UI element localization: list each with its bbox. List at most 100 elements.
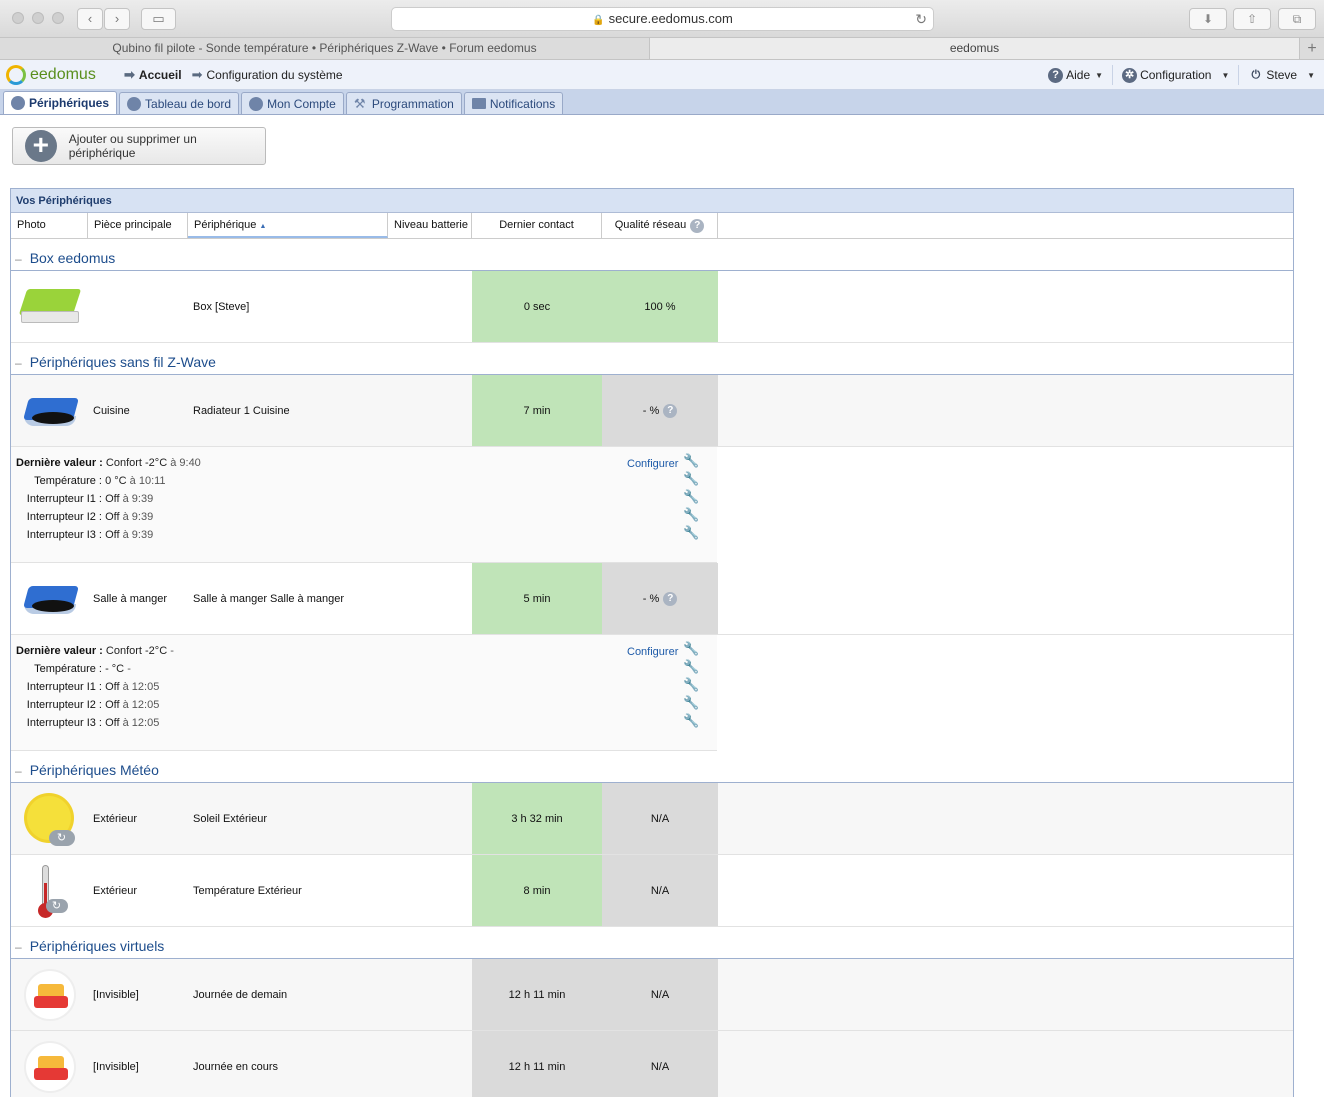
- wrench-icon[interactable]: 🔧: [683, 471, 699, 487]
- group-meteo[interactable]: – Périphériques Météo: [11, 751, 1293, 783]
- group-box-eedomus[interactable]: – Box eedomus: [11, 239, 1293, 271]
- quality-cell: 100 %: [602, 271, 718, 342]
- device-cell[interactable]: Journée en cours: [188, 1061, 388, 1073]
- wrench-icon[interactable]: 🔧: [683, 695, 699, 711]
- help-menu[interactable]: ? Aide ▼: [1039, 65, 1112, 85]
- sidebar-icon[interactable]: ▭: [141, 8, 176, 30]
- tab-label: Notifications: [489, 96, 556, 111]
- caret-down-icon: ▼: [1221, 70, 1230, 80]
- browser-tab-forum[interactable]: Qubino fil pilote - Sonde température • …: [0, 38, 650, 59]
- column-photo[interactable]: Photo: [11, 213, 88, 238]
- help-icon[interactable]: ?: [663, 403, 678, 418]
- minimize-window-button[interactable]: [32, 12, 44, 24]
- table-row[interactable]: Salle à manger Salle à manger Salle à ma…: [11, 563, 1293, 635]
- wrench-icon[interactable]: 🔧: [683, 453, 699, 469]
- detail-label: Température :: [34, 475, 102, 487]
- device-detail-panel: Dernière valeur : Confort -2°C - Tempéra…: [11, 635, 717, 751]
- device-cell[interactable]: Box [Steve]: [188, 301, 388, 313]
- table-row[interactable]: Cuisine Radiateur 1 Cuisine 7 min - %?: [11, 375, 1293, 447]
- table-row[interactable]: ↻ Extérieur Soleil Extérieur 3 h 32 min …: [11, 783, 1293, 855]
- new-tab-icon[interactable]: +: [1300, 38, 1324, 59]
- device-cell[interactable]: Radiateur 1 Cuisine: [188, 405, 388, 417]
- detail-label: Interrupteur I3 :: [26, 529, 102, 541]
- breadcrumb-config-label: Configuration du système: [206, 67, 343, 82]
- group-virtual[interactable]: – Périphériques virtuels: [11, 927, 1293, 959]
- logo-icon: [6, 64, 26, 85]
- device-cell[interactable]: Journée de demain: [188, 989, 388, 1001]
- zoom-window-button[interactable]: [52, 12, 64, 24]
- tab-notifications[interactable]: Notifications: [463, 92, 564, 114]
- sofa-icon: [23, 968, 76, 1021]
- breadcrumb-home[interactable]: ➡ Accueil: [124, 67, 182, 83]
- table-row[interactable]: Box [Steve] 0 sec 100 %: [11, 271, 1293, 343]
- detail-time: -: [127, 663, 131, 675]
- group-zwave[interactable]: – Périphériques sans fil Z-Wave: [11, 343, 1293, 375]
- devices-icon: [11, 96, 25, 110]
- column-device-label: Périphérique: [194, 219, 257, 231]
- tab-programmation[interactable]: ⚒ Programmation: [345, 92, 462, 114]
- breadcrumb-config[interactable]: ➡ Configuration du système: [192, 67, 343, 83]
- column-room[interactable]: Pièce principale: [88, 213, 188, 238]
- device-photo: ↻: [11, 783, 88, 854]
- detail-value: Off: [105, 717, 120, 729]
- detail-time: à 12:05: [122, 699, 160, 711]
- tabs-overview-icon[interactable]: ⧉: [1278, 8, 1316, 30]
- configure-link[interactable]: Configurer: [627, 458, 678, 470]
- gear-icon: ✲: [1122, 67, 1138, 83]
- plus-icon: +: [25, 130, 57, 162]
- detail-label: Dernière valeur :: [16, 457, 103, 469]
- user-menu[interactable]: ⏻ Steve ▼: [1238, 65, 1324, 85]
- back-icon[interactable]: ‹: [77, 8, 103, 30]
- column-device[interactable]: Périphérique ▲: [188, 213, 388, 238]
- table-row[interactable]: [Invisible] Journée de demain 12 h 11 mi…: [11, 959, 1293, 1031]
- column-quality[interactable]: Qualité réseau?: [602, 213, 718, 238]
- forward-icon[interactable]: ›: [104, 8, 130, 30]
- add-remove-device-button[interactable]: + Ajouter ou supprimer un périphérique: [12, 127, 266, 165]
- table-row[interactable]: ↻ Extérieur Température Extérieur 8 min …: [11, 855, 1293, 927]
- detail-value: Off: [105, 511, 120, 523]
- wrench-icon[interactable]: 🔧: [683, 489, 699, 505]
- quality-cell: N/A: [602, 1031, 718, 1097]
- share-icon[interactable]: ⇧: [1233, 8, 1271, 30]
- collapse-icon[interactable]: –: [15, 356, 22, 370]
- tab-peripheriques[interactable]: Périphériques: [3, 91, 118, 114]
- group-label: Box eedomus: [29, 250, 116, 266]
- collapse-icon[interactable]: –: [15, 940, 22, 954]
- eedomus-logo[interactable]: eedomus: [6, 64, 116, 85]
- detail-time: à 9:39: [122, 529, 154, 541]
- help-icon: ?: [1048, 67, 1064, 83]
- wrench-icon[interactable]: 🔧: [683, 641, 699, 657]
- detail-line: Dernière valeur : Confort -2°C à 9:40: [16, 457, 201, 469]
- browser-tab-eedomus[interactable]: eedomus: [650, 38, 1300, 59]
- wrench-icon[interactable]: 🔧: [683, 713, 699, 729]
- column-contact[interactable]: Dernier contact: [472, 213, 602, 238]
- help-label: Aide: [1066, 68, 1091, 82]
- detail-line: Interrupteur I1 : Off à 9:39: [16, 493, 153, 505]
- detail-value: Off: [105, 681, 120, 693]
- wrench-icon[interactable]: 🔧: [683, 507, 699, 523]
- wrench-icon[interactable]: 🔧: [683, 659, 699, 675]
- room-cell: [Invisible]: [93, 1060, 139, 1073]
- column-battery[interactable]: Niveau batterie: [388, 213, 472, 238]
- configuration-menu[interactable]: ✲ Configuration ▼: [1112, 65, 1238, 85]
- table-row[interactable]: [Invisible] Journée en cours 12 h 11 min…: [11, 1031, 1293, 1097]
- device-cell[interactable]: Soleil Extérieur: [188, 813, 388, 825]
- reload-icon[interactable]: ↻: [915, 8, 927, 30]
- device-photo: ↻: [11, 855, 88, 926]
- tab-mon-compte[interactable]: Mon Compte: [241, 92, 344, 114]
- detail-time: à 9:39: [122, 493, 154, 505]
- address-bar[interactable]: 🔒 secure.eedomus.com ↻: [391, 7, 934, 31]
- tab-tableau-de-bord[interactable]: Tableau de bord: [119, 92, 240, 114]
- device-cell[interactable]: Température Extérieur: [188, 885, 388, 897]
- wrench-icon[interactable]: 🔧: [683, 677, 699, 693]
- sofa-icon: [23, 1040, 76, 1093]
- downloads-icon[interactable]: ⬇: [1189, 8, 1227, 30]
- help-icon[interactable]: ?: [663, 591, 678, 606]
- wrench-icon[interactable]: 🔧: [683, 525, 699, 541]
- device-cell[interactable]: Salle à manger Salle à manger: [188, 593, 388, 605]
- close-window-button[interactable]: [12, 12, 24, 24]
- help-icon[interactable]: ?: [690, 219, 705, 233]
- collapse-icon[interactable]: –: [15, 764, 22, 778]
- configure-link[interactable]: Configurer: [627, 646, 678, 658]
- collapse-icon[interactable]: –: [15, 252, 22, 266]
